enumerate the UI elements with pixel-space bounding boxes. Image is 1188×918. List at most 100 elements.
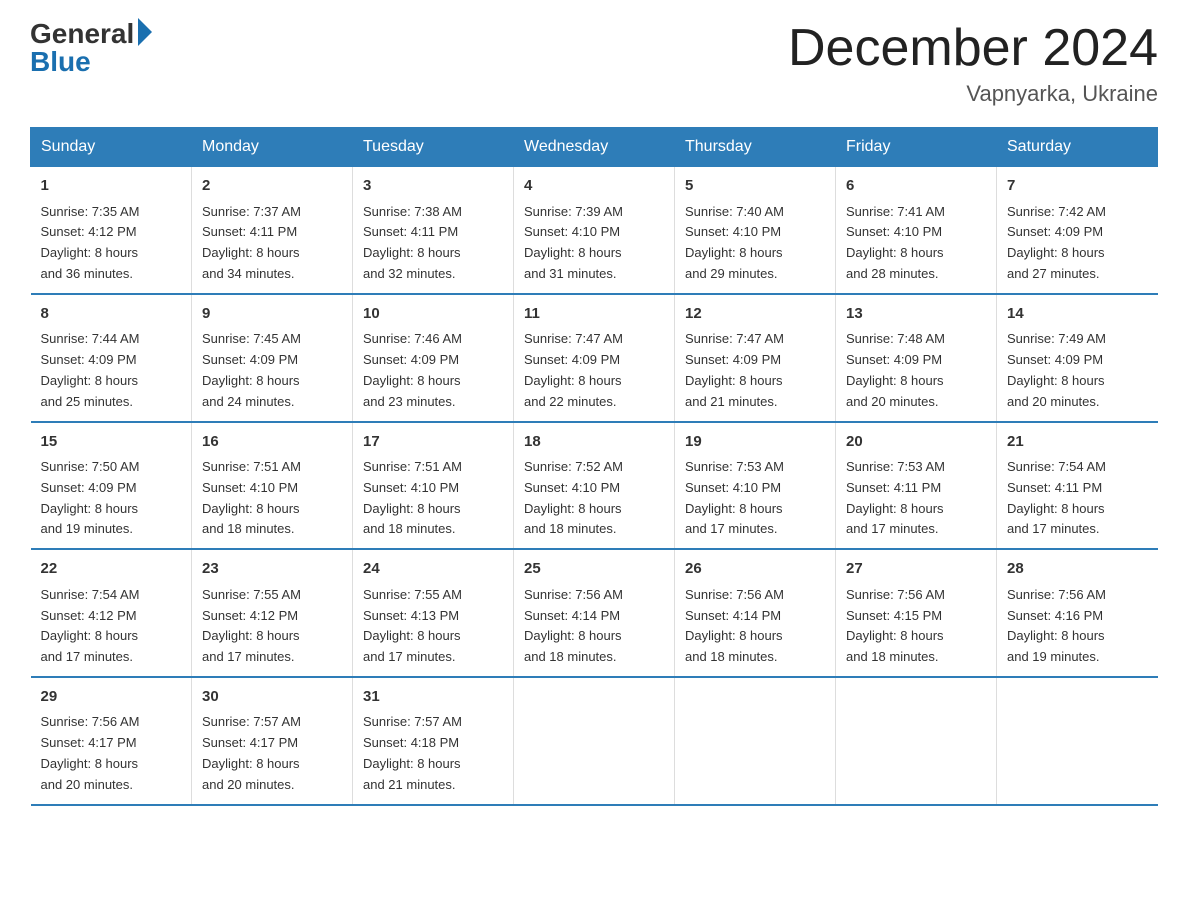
- calendar-day-cell: [836, 677, 997, 805]
- calendar-week-row: 8 Sunrise: 7:44 AMSunset: 4:09 PMDayligh…: [31, 294, 1158, 422]
- day-number: 22: [41, 558, 182, 581]
- day-info: Sunrise: 7:45 AMSunset: 4:09 PMDaylight:…: [202, 329, 342, 412]
- calendar-day-cell: 21 Sunrise: 7:54 AMSunset: 4:11 PMDaylig…: [997, 422, 1158, 550]
- calendar-day-cell: 18 Sunrise: 7:52 AMSunset: 4:10 PMDaylig…: [514, 422, 675, 550]
- day-number: 8: [41, 303, 182, 326]
- location-title: Vapnyarka, Ukraine: [788, 81, 1158, 107]
- calendar-day-cell: 13 Sunrise: 7:48 AMSunset: 4:09 PMDaylig…: [836, 294, 997, 422]
- day-number: 11: [524, 303, 664, 326]
- day-number: 1: [41, 175, 182, 198]
- day-number: 5: [685, 175, 825, 198]
- day-number: 25: [524, 558, 664, 581]
- day-info: Sunrise: 7:51 AMSunset: 4:10 PMDaylight:…: [202, 457, 342, 540]
- day-info: Sunrise: 7:56 AMSunset: 4:14 PMDaylight:…: [685, 585, 825, 668]
- day-info: Sunrise: 7:39 AMSunset: 4:10 PMDaylight:…: [524, 202, 664, 285]
- calendar-day-cell: 10 Sunrise: 7:46 AMSunset: 4:09 PMDaylig…: [353, 294, 514, 422]
- day-info: Sunrise: 7:42 AMSunset: 4:09 PMDaylight:…: [1007, 202, 1148, 285]
- day-info: Sunrise: 7:54 AMSunset: 4:12 PMDaylight:…: [41, 585, 182, 668]
- day-info: Sunrise: 7:37 AMSunset: 4:11 PMDaylight:…: [202, 202, 342, 285]
- day-number: 7: [1007, 175, 1148, 198]
- day-info: Sunrise: 7:54 AMSunset: 4:11 PMDaylight:…: [1007, 457, 1148, 540]
- day-info: Sunrise: 7:44 AMSunset: 4:09 PMDaylight:…: [41, 329, 182, 412]
- calendar-day-cell: 23 Sunrise: 7:55 AMSunset: 4:12 PMDaylig…: [192, 549, 353, 677]
- calendar-day-cell: 24 Sunrise: 7:55 AMSunset: 4:13 PMDaylig…: [353, 549, 514, 677]
- day-info: Sunrise: 7:56 AMSunset: 4:17 PMDaylight:…: [41, 712, 182, 795]
- calendar-day-cell: 19 Sunrise: 7:53 AMSunset: 4:10 PMDaylig…: [675, 422, 836, 550]
- day-info: Sunrise: 7:35 AMSunset: 4:12 PMDaylight:…: [41, 202, 182, 285]
- day-number: 23: [202, 558, 342, 581]
- day-info: Sunrise: 7:53 AMSunset: 4:11 PMDaylight:…: [846, 457, 986, 540]
- calendar-day-cell: 14 Sunrise: 7:49 AMSunset: 4:09 PMDaylig…: [997, 294, 1158, 422]
- day-number: 12: [685, 303, 825, 326]
- calendar-day-cell: 25 Sunrise: 7:56 AMSunset: 4:14 PMDaylig…: [514, 549, 675, 677]
- calendar-week-row: 15 Sunrise: 7:50 AMSunset: 4:09 PMDaylig…: [31, 422, 1158, 550]
- day-number: 2: [202, 175, 342, 198]
- day-of-week-header: Thursday: [675, 128, 836, 167]
- day-number: 28: [1007, 558, 1148, 581]
- day-info: Sunrise: 7:47 AMSunset: 4:09 PMDaylight:…: [685, 329, 825, 412]
- calendar-week-row: 1 Sunrise: 7:35 AMSunset: 4:12 PMDayligh…: [31, 167, 1158, 294]
- calendar-table: SundayMondayTuesdayWednesdayThursdayFrid…: [30, 127, 1158, 805]
- day-of-week-header: Saturday: [997, 128, 1158, 167]
- day-number: 15: [41, 431, 182, 454]
- calendar-day-cell: 26 Sunrise: 7:56 AMSunset: 4:14 PMDaylig…: [675, 549, 836, 677]
- day-of-week-header: Wednesday: [514, 128, 675, 167]
- day-info: Sunrise: 7:38 AMSunset: 4:11 PMDaylight:…: [363, 202, 503, 285]
- calendar-day-cell: 29 Sunrise: 7:56 AMSunset: 4:17 PMDaylig…: [31, 677, 192, 805]
- day-number: 9: [202, 303, 342, 326]
- calendar-day-cell: 28 Sunrise: 7:56 AMSunset: 4:16 PMDaylig…: [997, 549, 1158, 677]
- day-number: 26: [685, 558, 825, 581]
- logo-general: General: [30, 20, 134, 48]
- day-number: 30: [202, 686, 342, 709]
- calendar-day-cell: 31 Sunrise: 7:57 AMSunset: 4:18 PMDaylig…: [353, 677, 514, 805]
- day-info: Sunrise: 7:47 AMSunset: 4:09 PMDaylight:…: [524, 329, 664, 412]
- day-info: Sunrise: 7:50 AMSunset: 4:09 PMDaylight:…: [41, 457, 182, 540]
- day-number: 27: [846, 558, 986, 581]
- title-block: December 2024 Vapnyarka, Ukraine: [788, 20, 1158, 107]
- logo: General Blue: [30, 20, 152, 76]
- calendar-week-row: 22 Sunrise: 7:54 AMSunset: 4:12 PMDaylig…: [31, 549, 1158, 677]
- calendar-day-cell: 3 Sunrise: 7:38 AMSunset: 4:11 PMDayligh…: [353, 167, 514, 294]
- day-of-week-header: Monday: [192, 128, 353, 167]
- day-number: 17: [363, 431, 503, 454]
- calendar-day-cell: [997, 677, 1158, 805]
- day-number: 18: [524, 431, 664, 454]
- calendar-week-row: 29 Sunrise: 7:56 AMSunset: 4:17 PMDaylig…: [31, 677, 1158, 805]
- day-number: 19: [685, 431, 825, 454]
- logo-triangle-icon: [138, 18, 152, 46]
- day-number: 16: [202, 431, 342, 454]
- calendar-day-cell: 12 Sunrise: 7:47 AMSunset: 4:09 PMDaylig…: [675, 294, 836, 422]
- day-number: 13: [846, 303, 986, 326]
- calendar-day-cell: 8 Sunrise: 7:44 AMSunset: 4:09 PMDayligh…: [31, 294, 192, 422]
- day-info: Sunrise: 7:55 AMSunset: 4:12 PMDaylight:…: [202, 585, 342, 668]
- day-info: Sunrise: 7:52 AMSunset: 4:10 PMDaylight:…: [524, 457, 664, 540]
- day-number: 24: [363, 558, 503, 581]
- day-info: Sunrise: 7:57 AMSunset: 4:18 PMDaylight:…: [363, 712, 503, 795]
- calendar-day-cell: [675, 677, 836, 805]
- logo-blue: Blue: [30, 48, 91, 76]
- day-info: Sunrise: 7:49 AMSunset: 4:09 PMDaylight:…: [1007, 329, 1148, 412]
- day-info: Sunrise: 7:46 AMSunset: 4:09 PMDaylight:…: [363, 329, 503, 412]
- day-info: Sunrise: 7:56 AMSunset: 4:14 PMDaylight:…: [524, 585, 664, 668]
- calendar-day-cell: 16 Sunrise: 7:51 AMSunset: 4:10 PMDaylig…: [192, 422, 353, 550]
- day-info: Sunrise: 7:40 AMSunset: 4:10 PMDaylight:…: [685, 202, 825, 285]
- day-info: Sunrise: 7:51 AMSunset: 4:10 PMDaylight:…: [363, 457, 503, 540]
- day-number: 14: [1007, 303, 1148, 326]
- calendar-day-cell: 6 Sunrise: 7:41 AMSunset: 4:10 PMDayligh…: [836, 167, 997, 294]
- day-info: Sunrise: 7:56 AMSunset: 4:16 PMDaylight:…: [1007, 585, 1148, 668]
- month-title: December 2024: [788, 20, 1158, 77]
- calendar-day-cell: 11 Sunrise: 7:47 AMSunset: 4:09 PMDaylig…: [514, 294, 675, 422]
- day-info: Sunrise: 7:48 AMSunset: 4:09 PMDaylight:…: [846, 329, 986, 412]
- day-number: 21: [1007, 431, 1148, 454]
- calendar-day-cell: 5 Sunrise: 7:40 AMSunset: 4:10 PMDayligh…: [675, 167, 836, 294]
- day-info: Sunrise: 7:41 AMSunset: 4:10 PMDaylight:…: [846, 202, 986, 285]
- calendar-day-cell: 4 Sunrise: 7:39 AMSunset: 4:10 PMDayligh…: [514, 167, 675, 294]
- calendar-day-cell: 1 Sunrise: 7:35 AMSunset: 4:12 PMDayligh…: [31, 167, 192, 294]
- day-number: 4: [524, 175, 664, 198]
- day-number: 31: [363, 686, 503, 709]
- calendar-day-cell: 27 Sunrise: 7:56 AMSunset: 4:15 PMDaylig…: [836, 549, 997, 677]
- calendar-day-cell: 30 Sunrise: 7:57 AMSunset: 4:17 PMDaylig…: [192, 677, 353, 805]
- day-of-week-header: Sunday: [31, 128, 192, 167]
- day-number: 29: [41, 686, 182, 709]
- calendar-day-cell: 9 Sunrise: 7:45 AMSunset: 4:09 PMDayligh…: [192, 294, 353, 422]
